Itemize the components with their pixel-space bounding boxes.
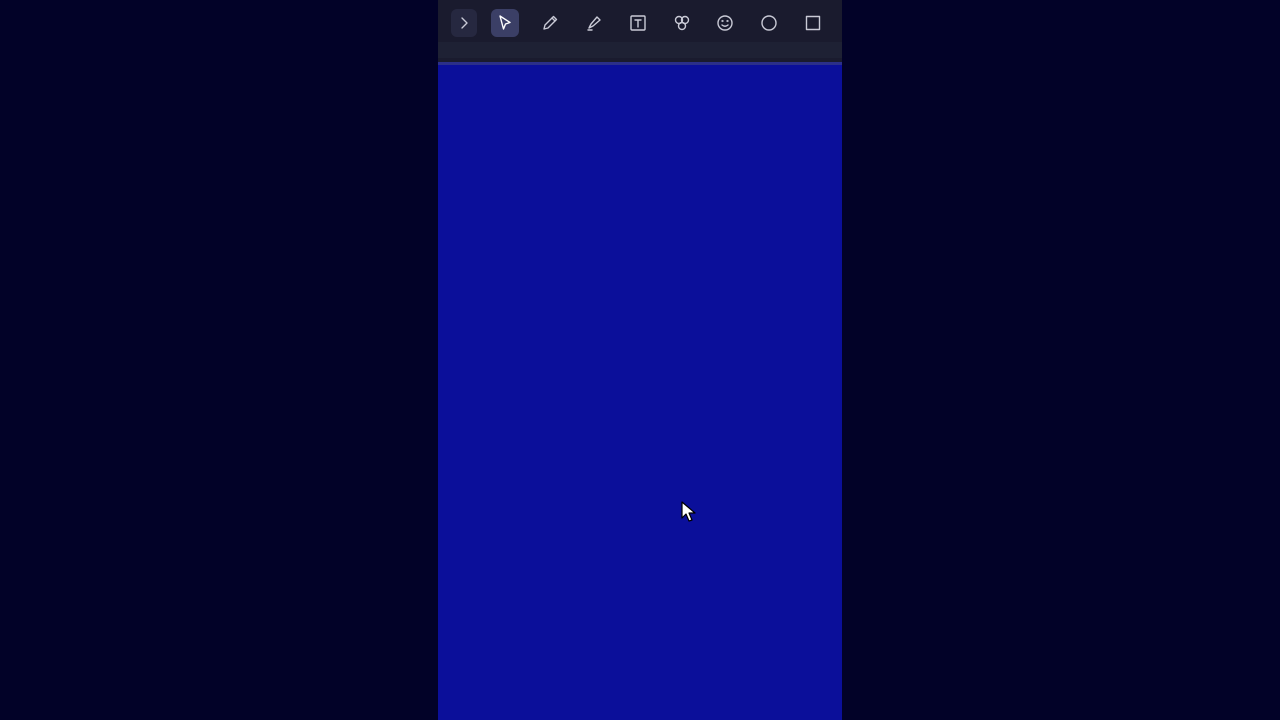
phone-screen — [438, 0, 842, 720]
pointer-arrow-icon — [499, 15, 511, 30]
square-icon — [805, 15, 821, 31]
annotation-toolbar — [438, 4, 842, 42]
pen-tool-button[interactable] — [536, 9, 564, 37]
pencil-icon — [543, 15, 558, 30]
rectangle-tool-button[interactable] — [799, 9, 827, 37]
highlighter-icon — [587, 16, 601, 31]
text-tool-button[interactable] — [624, 9, 652, 37]
stickers-icon — [674, 15, 690, 31]
circle-tool-button[interactable] — [755, 9, 783, 37]
select-tool-button[interactable] — [491, 9, 519, 37]
chevron-right-icon — [461, 17, 468, 29]
highlighter-tool-button[interactable] — [580, 9, 608, 37]
text-box-icon — [630, 15, 646, 31]
smiley-icon — [717, 15, 733, 31]
stickers-tool-button[interactable] — [668, 9, 696, 37]
emoji-tool-button[interactable] — [711, 9, 739, 37]
mouse-pointer-icon — [681, 501, 696, 522]
expand-toolbar-button[interactable] — [451, 9, 477, 37]
circle-icon — [761, 15, 777, 31]
drawing-canvas[interactable] — [438, 65, 842, 720]
